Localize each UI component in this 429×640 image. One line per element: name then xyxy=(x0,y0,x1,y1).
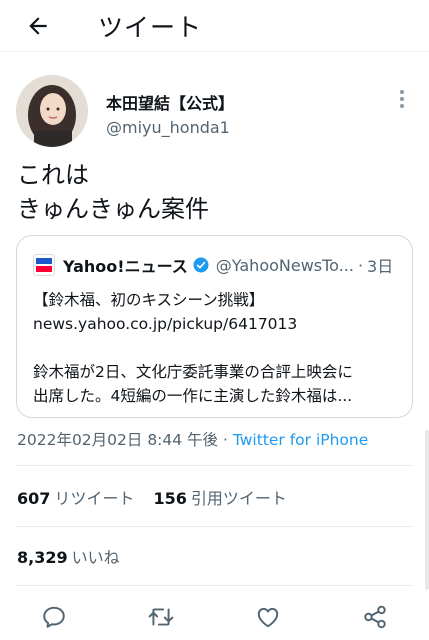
divider xyxy=(16,465,413,466)
retweets-label: リツイート xyxy=(54,489,135,508)
author-name[interactable]: 本田望結【公式】 xyxy=(106,90,234,114)
quote-tweets-label: 引用ツイート xyxy=(190,489,287,508)
like-button[interactable] xyxy=(253,602,283,632)
retweets-stat[interactable]: 607 リツイート xyxy=(17,489,140,508)
more-options-button[interactable] xyxy=(391,88,413,110)
quote-headline: 【鈴木福、初のキスシーン挑戦】 xyxy=(33,291,265,309)
engagement-stats: 607 リツイート 156 引用ツイート xyxy=(17,485,417,509)
quote-link[interactable]: news.yahoo.co.jp/pickup/6417013 xyxy=(33,312,405,336)
retweet-icon xyxy=(148,608,174,626)
likes-label: いいね xyxy=(71,548,120,567)
separator-dot: · xyxy=(357,255,364,275)
quoted-tweet-time: 3日 xyxy=(367,257,394,276)
tweet-source-link[interactable]: Twitter for iPhone xyxy=(233,431,368,449)
tweet-text: これは きゅんきゅん案件 xyxy=(17,161,209,223)
share-button[interactable] xyxy=(360,602,390,632)
reply-icon xyxy=(43,606,65,628)
yahoo-news-logo xyxy=(33,254,55,276)
retweet-button[interactable] xyxy=(146,602,176,632)
reply-button[interactable] xyxy=(39,602,69,632)
tweet-meta: 2022年02月02日 8:44 午後 · Twitter for iPhone xyxy=(17,428,417,450)
more-vertical-icon xyxy=(400,90,404,108)
retweets-count: 607 xyxy=(17,489,51,508)
arrow-left-icon xyxy=(29,17,47,35)
tweet-timestamp: 2022年02月02日 8:44 午後 · xyxy=(17,431,233,449)
divider xyxy=(16,585,413,586)
quoted-tweet-body: 【鈴木福、初のキスシーン挑戦】 news.yahoo.co.jp/pickup/… xyxy=(33,288,405,408)
likes-stat[interactable]: 8,329 いいね xyxy=(17,544,417,568)
verified-badge-icon xyxy=(193,257,209,273)
quote-summary-line: 鈴木福が2日、文化庁委託事業の合評上映会に xyxy=(33,363,353,381)
tweet-author: 本田望結【公式】 @miyu_honda1 xyxy=(0,66,429,156)
top-bar: ツイート xyxy=(0,0,429,52)
tweet-action-bar xyxy=(0,596,429,640)
quote-summary-line: 出席した。4短編の一作に主演した鈴木福は... xyxy=(33,387,353,405)
back-button[interactable] xyxy=(22,10,54,42)
share-icon xyxy=(364,605,386,629)
quoted-author-name: Yahoo!ニュース xyxy=(63,257,188,276)
author-handle[interactable]: @miyu_honda1 xyxy=(106,118,230,137)
page-title: ツイート xyxy=(98,13,203,42)
quote-tweets-count: 156 xyxy=(153,489,187,508)
quote-tweets-stat[interactable]: 156 引用ツイート xyxy=(154,489,287,508)
scrollbar[interactable] xyxy=(425,430,429,590)
like-icon xyxy=(257,607,279,628)
quoted-author-handle: @YahooNewsTo... xyxy=(215,255,354,275)
quoted-tweet-card[interactable]: Yahoo!ニュース @YahooNewsTo... · 3日 【鈴木福、初のキ… xyxy=(16,235,413,418)
divider xyxy=(16,526,413,527)
quoted-tweet-header: Yahoo!ニュース @YahooNewsTo... · 3日 xyxy=(33,253,400,277)
avatar[interactable] xyxy=(16,75,88,147)
likes-count: 8,329 xyxy=(17,548,68,567)
